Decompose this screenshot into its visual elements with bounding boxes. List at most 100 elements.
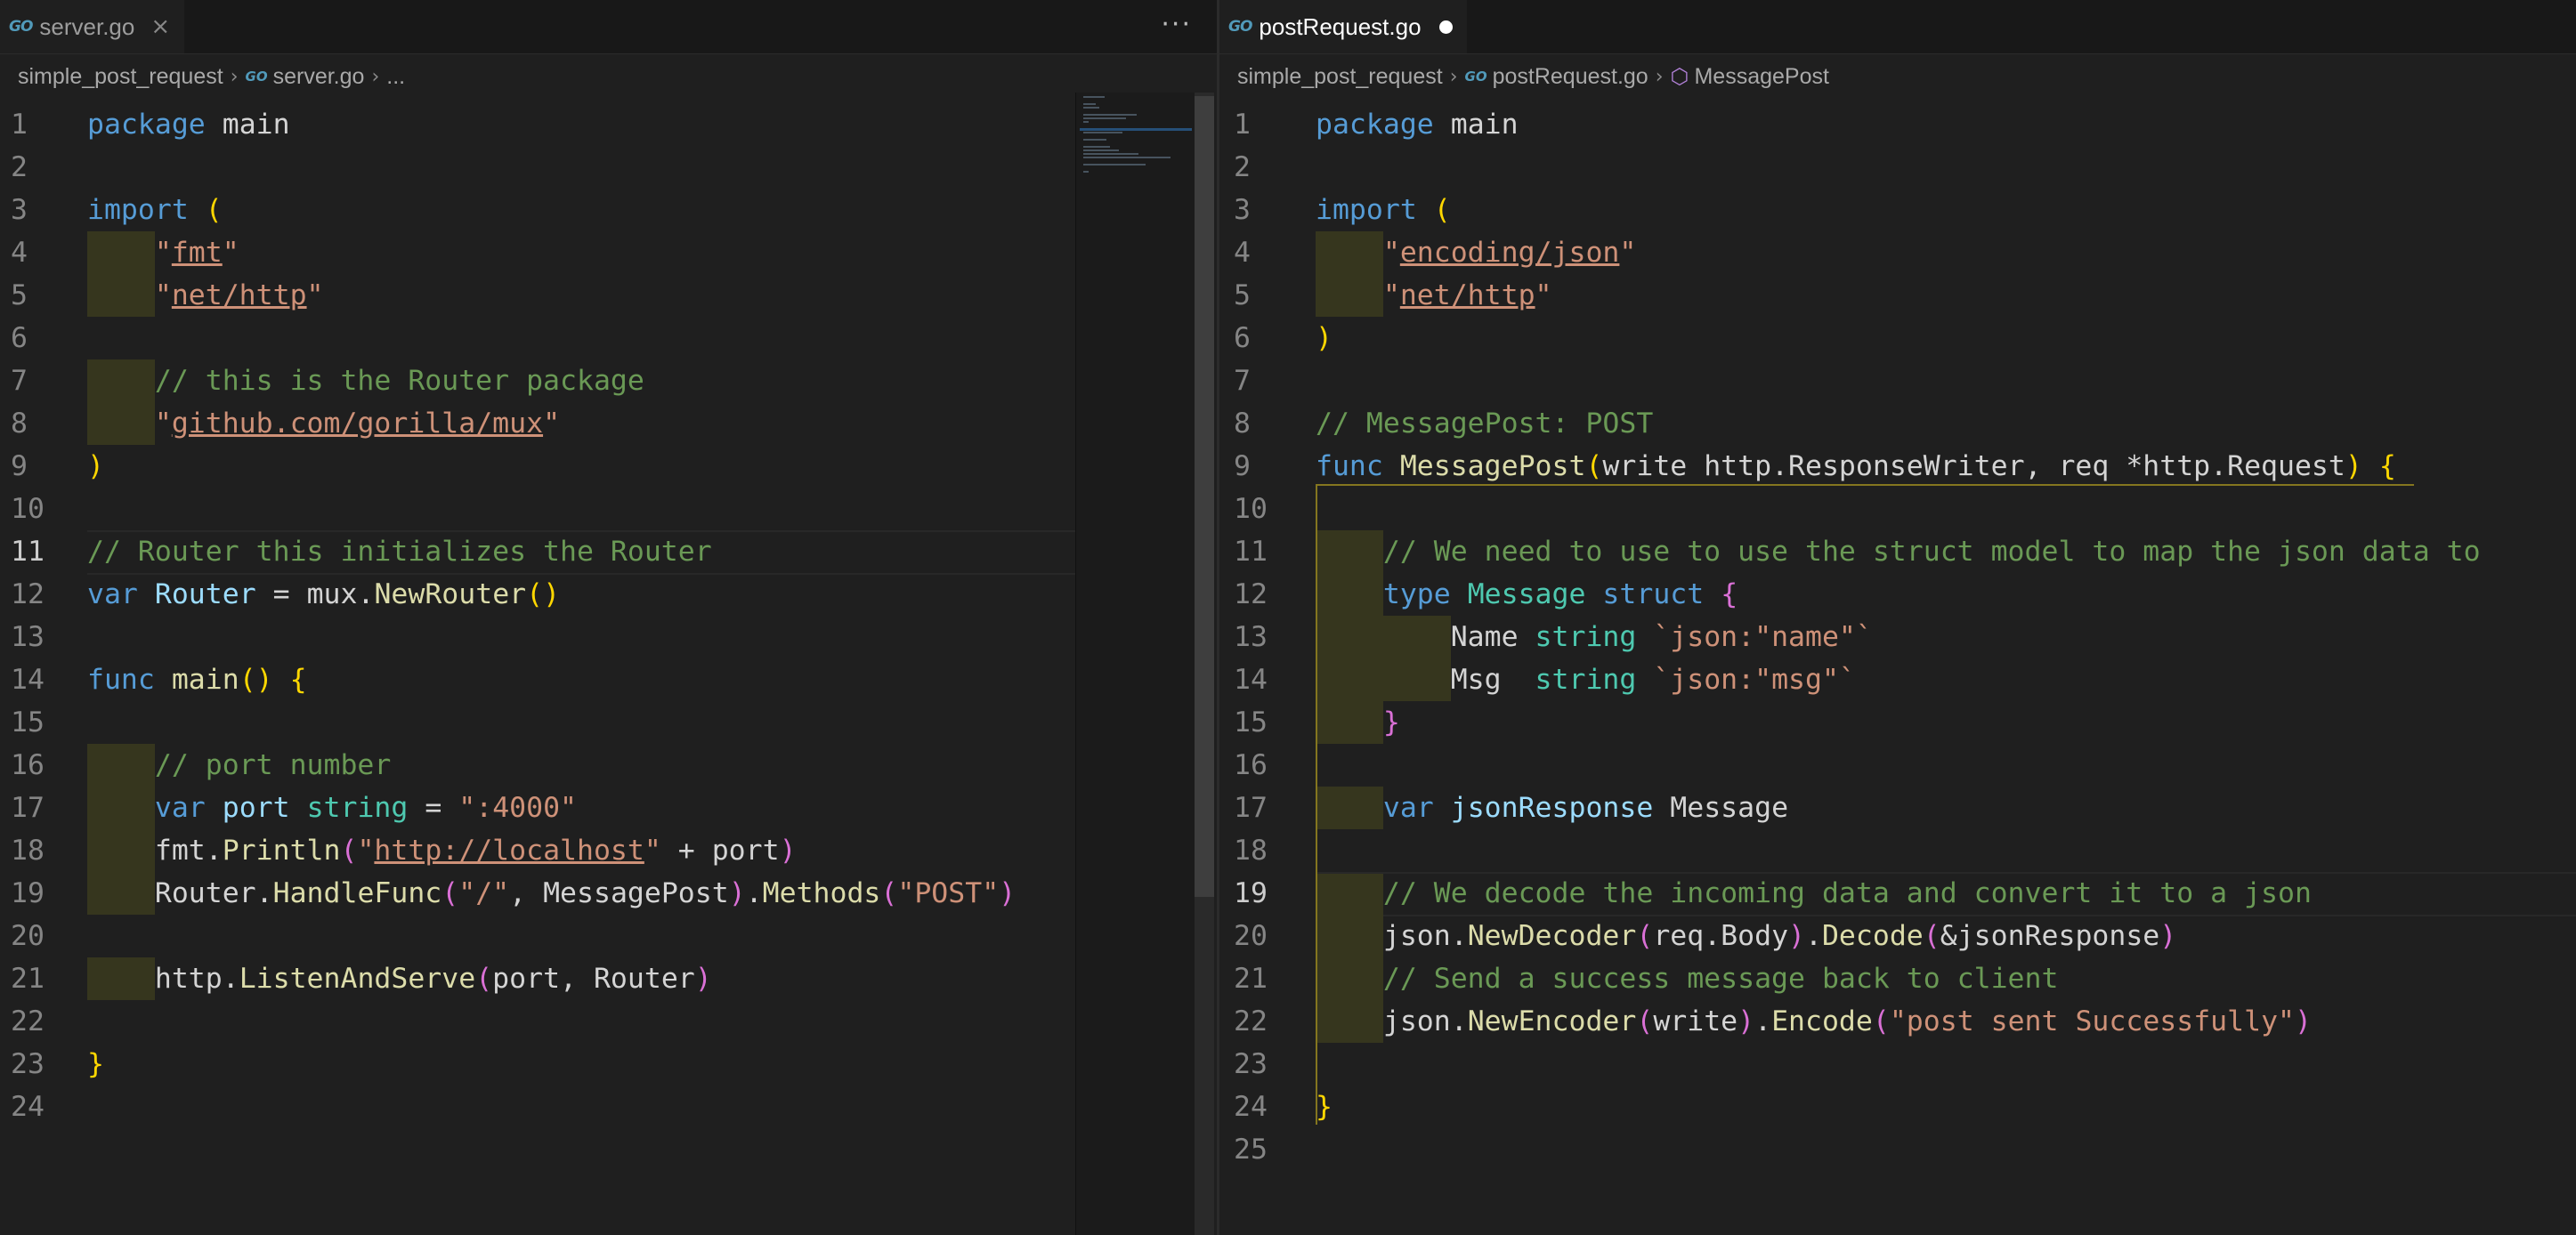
code-line[interactable]: 24} (1219, 1086, 2576, 1128)
code-line[interactable]: 2 (0, 146, 1217, 189)
code-token: ( (340, 835, 357, 867)
code-line[interactable]: 14func main() { (0, 658, 1217, 701)
code-line[interactable]: 21 http.ListenAndServe(port, Router) (0, 957, 1217, 1000)
line-number: 12 (1219, 573, 1275, 616)
unsaved-dot-icon[interactable] (1439, 20, 1453, 34)
code-line[interactable]: 10 (1219, 488, 2576, 530)
code-line[interactable]: 1package main (0, 103, 1217, 146)
code-line[interactable]: 20 (0, 915, 1217, 957)
code-text: // Router this initializes the Router (87, 530, 712, 573)
code-token: MessagePost (1400, 450, 1586, 482)
code-line[interactable]: 12var Router = mux.NewRouter() (0, 573, 1217, 616)
breadcrumb-file[interactable]: server.go (273, 64, 365, 90)
breadcrumb-file[interactable]: postRequest.go (1493, 64, 1648, 90)
code-line[interactable]: 12 type Message struct { (1219, 573, 2576, 616)
code-line[interactable]: 5 "net/http" (0, 274, 1217, 317)
code-line[interactable]: 1package main (1219, 103, 2576, 146)
code-token: " (155, 408, 172, 440)
code-token: main (1434, 109, 1519, 141)
code-line[interactable]: 15 (0, 701, 1217, 744)
code-editor[interactable]: 1package main23import (4 "encoding/json"… (1219, 93, 2576, 1235)
code-line[interactable]: 20 json.NewDecoder(req.Body).Decode(&jso… (1219, 915, 2576, 957)
code-text: json.NewDecoder(req.Body).Decode(&jsonRe… (1316, 915, 2176, 957)
line-number: 9 (0, 445, 55, 488)
code-line[interactable]: 9func MessagePost(write http.ResponseWri… (1219, 445, 2576, 488)
code-token: " (155, 237, 172, 269)
code-line[interactable]: 16 // port number (0, 744, 1217, 787)
minimap[interactable] (1075, 93, 1195, 1235)
code-line[interactable]: 17 var jsonResponse Message (1219, 787, 2576, 829)
code-token (1383, 450, 1400, 482)
code-line[interactable]: 16 (1219, 744, 2576, 787)
code-line[interactable]: 8// MessagePost: POST (1219, 402, 2576, 445)
tab-postrequest-go[interactable]: GO postRequest.go (1219, 0, 1467, 53)
code-text: ) (87, 445, 104, 488)
code-token: " (1383, 237, 1400, 269)
vertical-scrollbar[interactable] (1195, 93, 1214, 1235)
code-text: "fmt" (87, 231, 239, 274)
code-token: ) (1738, 1005, 1754, 1037)
code-line[interactable]: 11 // We need to use to use the struct m… (1219, 530, 2576, 573)
code-line[interactable]: 23} (0, 1043, 1217, 1086)
tab-title: postRequest.go (1259, 13, 1421, 41)
code-line[interactable]: 25 (1219, 1128, 2576, 1171)
code-editor[interactable]: 1package main23import (4 "fmt"5 "net/htt… (0, 93, 1217, 1235)
code-line[interactable]: 22 (0, 1000, 1217, 1043)
breadcrumb: simple_post_request › GO postRequest.go … (1237, 55, 1829, 98)
breadcrumb-folder[interactable]: simple_post_request (1237, 64, 1443, 90)
code-line[interactable]: 18 fmt.Println("http://localhost" + port… (0, 829, 1217, 872)
code-line[interactable]: 7 (1219, 359, 2576, 402)
code-token (1636, 664, 1653, 696)
right-editor-group: GO postRequest.go simple_post_request › … (1219, 0, 2576, 1235)
code-line[interactable]: 3import ( (1219, 189, 2576, 231)
code-line[interactable]: 9) (0, 445, 1217, 488)
code-text: package main (87, 103, 290, 146)
code-token: encoding/json (1400, 237, 1620, 269)
code-line[interactable]: 19 Router.HandleFunc("/", MessagePost).M… (0, 872, 1217, 915)
code-line[interactable]: 6 (0, 317, 1217, 359)
code-line[interactable]: 13 (0, 616, 1217, 658)
code-text: // MessagePost: POST (1316, 402, 1653, 445)
code-line[interactable]: 23 (1219, 1043, 2576, 1086)
code-line[interactable]: 2 (1219, 146, 2576, 189)
code-token: // MessagePost: POST (1316, 408, 1653, 440)
code-token: write (1653, 1005, 1738, 1037)
code-token: NewEncoder (1468, 1005, 1637, 1037)
code-token: = (408, 792, 458, 824)
code-line[interactable]: 22 json.NewEncoder(write).Encode("post s… (1219, 1000, 2576, 1043)
code-line[interactable]: 4 "fmt" (0, 231, 1217, 274)
code-line[interactable]: 17 var port string = ":4000" (0, 787, 1217, 829)
code-line[interactable]: 13 Name string `json:"name"` (1219, 616, 2576, 658)
code-text: // We decode the incoming data and conve… (1316, 872, 2312, 915)
code-line[interactable]: 5 "net/http" (1219, 274, 2576, 317)
code-line[interactable]: 4 "encoding/json" (1219, 231, 2576, 274)
code-text: // this is the Router package (87, 359, 644, 402)
line-number: 17 (1219, 787, 1275, 829)
code-line[interactable]: 10 (0, 488, 1217, 530)
line-number: 1 (1219, 103, 1275, 146)
code-token: type (1383, 578, 1451, 610)
code-token: ) (780, 835, 797, 867)
code-line[interactable]: 6) (1219, 317, 2576, 359)
code-line[interactable]: 19 // We decode the incoming data and co… (1219, 872, 2576, 915)
breadcrumb-more[interactable]: ... (386, 64, 405, 90)
breadcrumb-folder[interactable]: simple_post_request (18, 64, 223, 90)
code-line[interactable]: 7 // this is the Router package (0, 359, 1217, 402)
code-token: . (746, 877, 763, 909)
code-line[interactable]: 14 Msg string `json:"msg"` (1219, 658, 2576, 701)
code-line[interactable]: 8 "github.com/gorilla/mux" (0, 402, 1217, 445)
code-token: ( (1585, 450, 1602, 482)
code-line[interactable]: 3import ( (0, 189, 1217, 231)
code-line[interactable]: 11// Router this initializes the Router (0, 530, 1217, 573)
tab-server-go[interactable]: GO server.go × (0, 0, 184, 53)
scrollbar-thumb[interactable] (1195, 96, 1214, 897)
code-line[interactable]: 21 // Send a success message back to cli… (1219, 957, 2576, 1000)
close-icon[interactable]: × (150, 15, 170, 38)
more-actions-icon[interactable]: ··· (1161, 9, 1192, 40)
code-line[interactable]: 15 } (1219, 701, 2576, 744)
code-token: func (1316, 450, 1383, 482)
code-token (206, 792, 223, 824)
code-line[interactable]: 24 (0, 1086, 1217, 1128)
breadcrumb-symbol[interactable]: MessagePost (1694, 64, 1828, 90)
code-line[interactable]: 18 (1219, 829, 2576, 872)
